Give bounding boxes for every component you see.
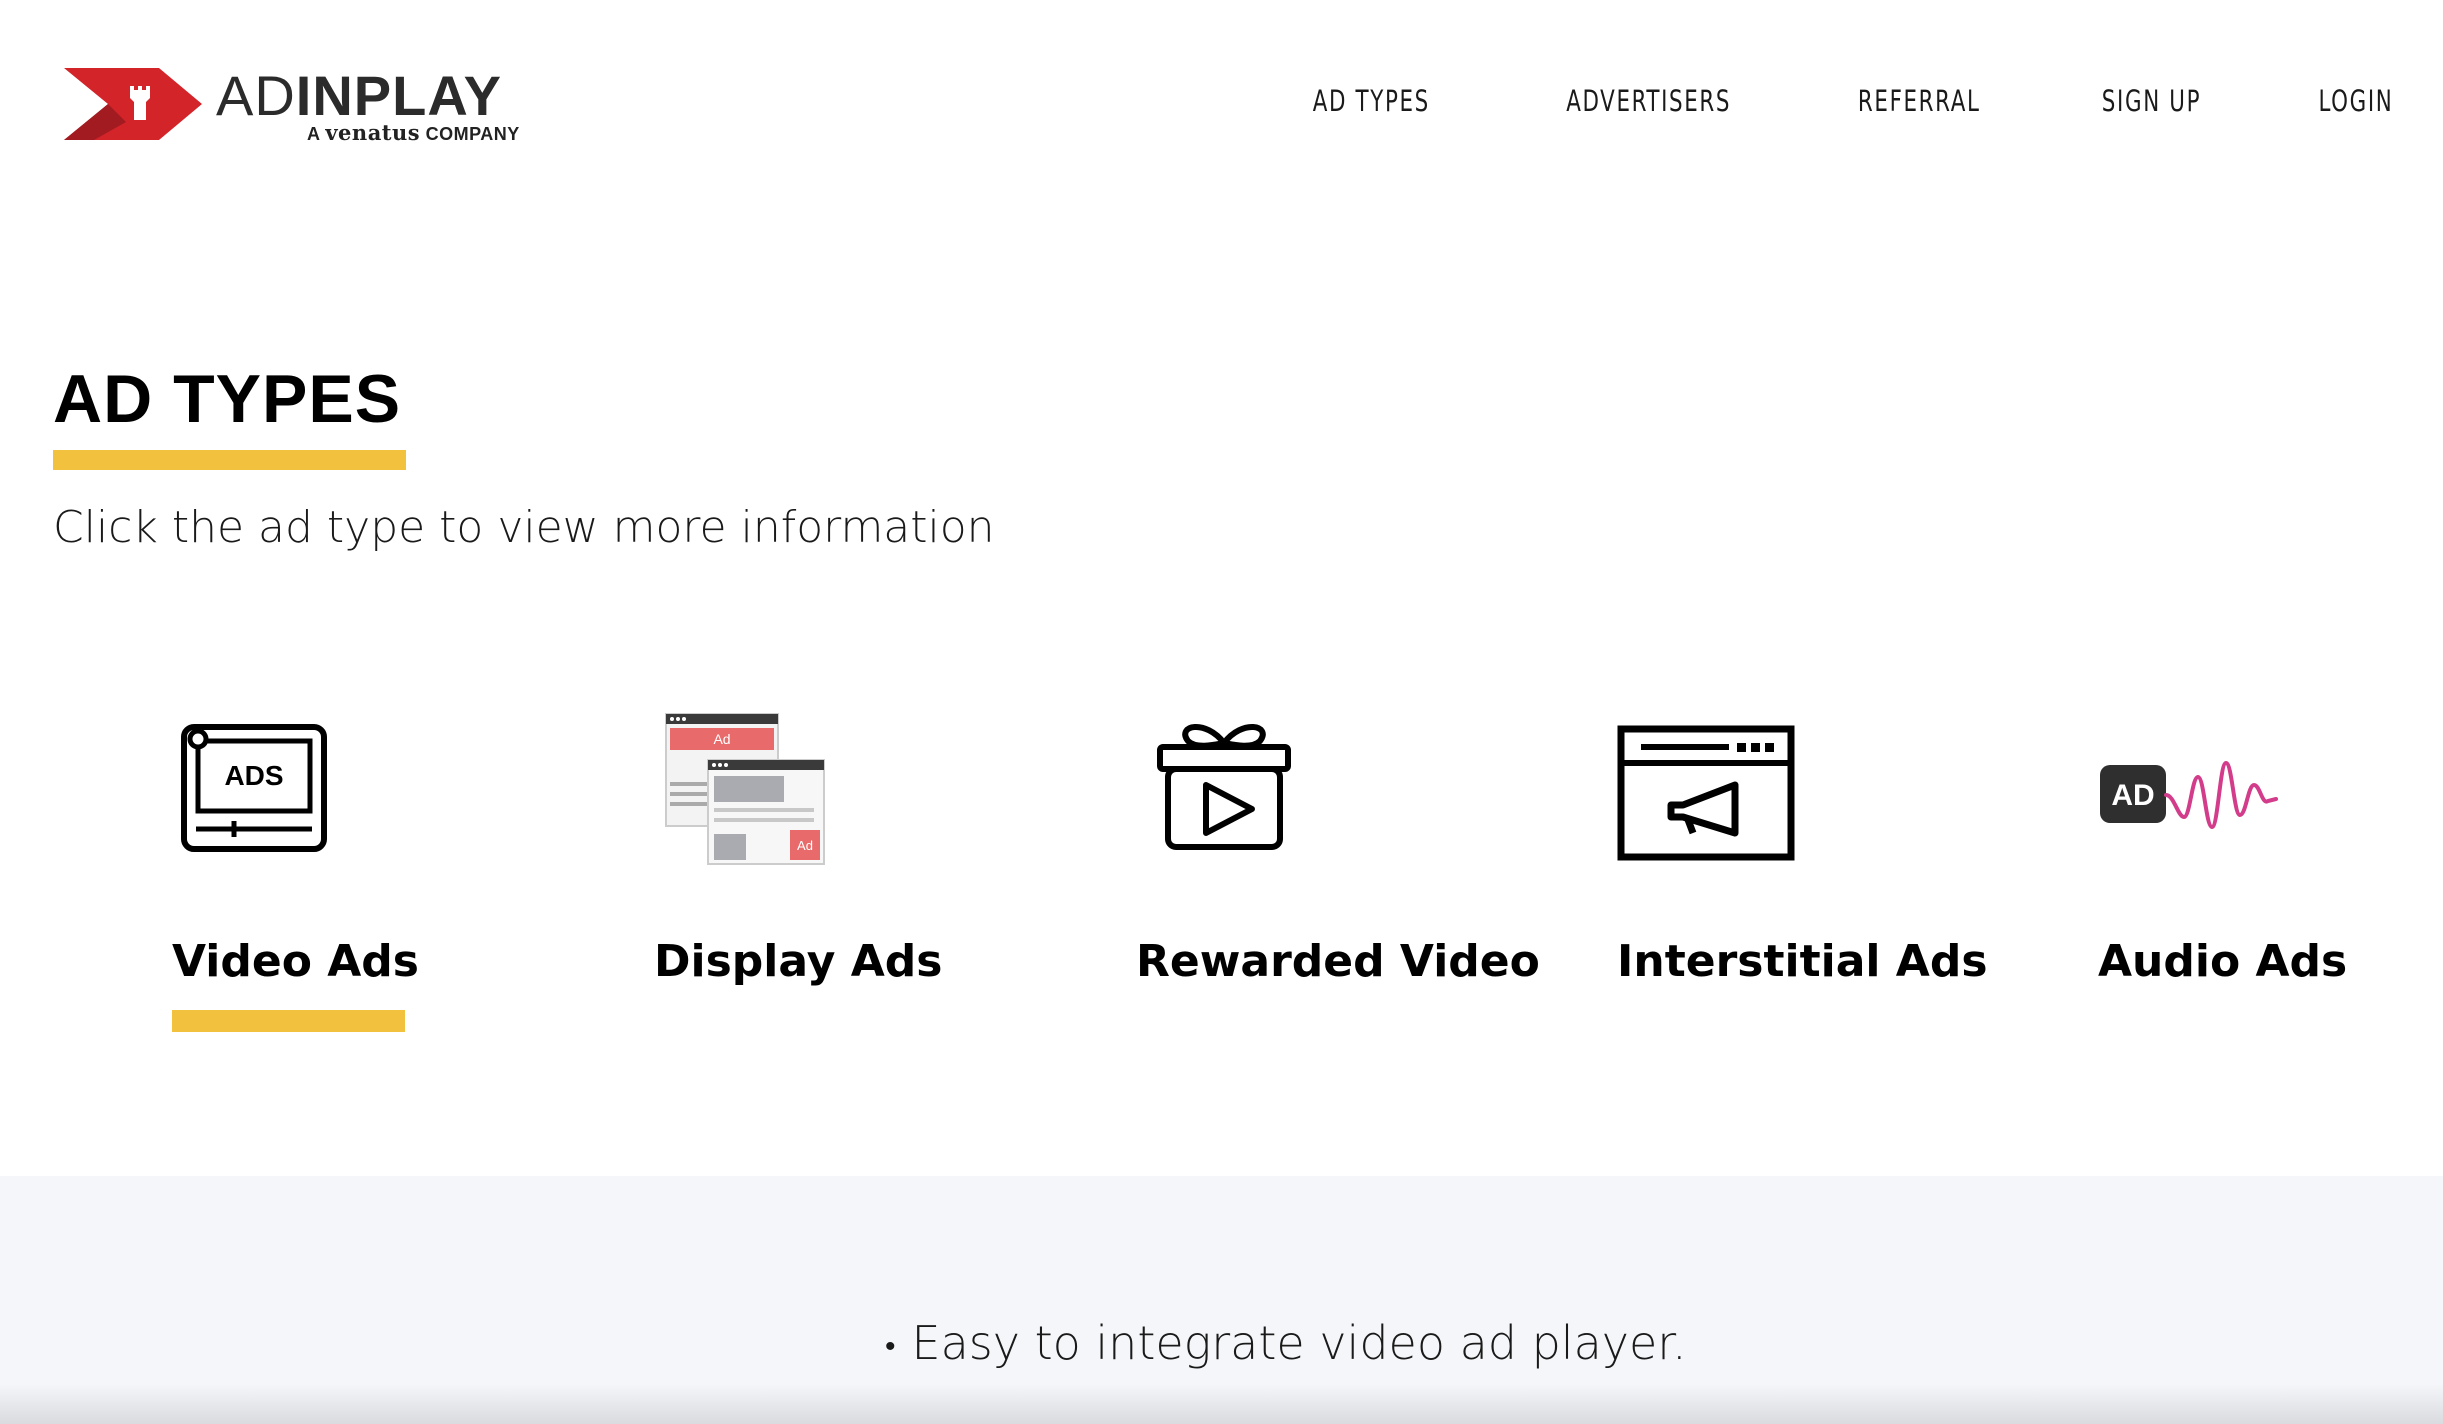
- audio-ads-wave-icon: AD: [2100, 760, 2278, 830]
- ad-type-label: Interstitial Ads: [1617, 936, 1988, 987]
- ad-type-interstitial-ads[interactable]: Interstitial Ads: [1617, 700, 2017, 1040]
- logo-tagline-suffix: COMPANY: [425, 124, 520, 144]
- nav-referral[interactable]: REFERRAL: [1858, 84, 1981, 118]
- nav-login[interactable]: LOGIN: [2318, 84, 2393, 118]
- logo-wordmark: ADINPLAY: [216, 64, 502, 128]
- logo-tagline: A venatus COMPANY: [307, 120, 520, 145]
- detail-bullet-text: Easy to integrate video ad player.: [911, 1316, 1687, 1370]
- svg-text:AD: AD: [2111, 779, 2154, 812]
- ad-type-label: Video Ads: [172, 936, 419, 987]
- selected-indicator: [172, 1010, 405, 1032]
- main-nav: AD TYPES ADVERTISERS REFERRAL SIGN UP LO…: [1187, 84, 2393, 118]
- video-ads-icon: ADS: [181, 724, 327, 852]
- interstitial-megaphone-icon: [1617, 725, 1795, 861]
- logo-tagline-brand: venatus: [325, 120, 421, 145]
- nav-ad-types[interactable]: AD TYPES: [1313, 84, 1430, 118]
- logo-inplay-text: INPLAY: [295, 64, 503, 127]
- site-header: ADINPLAY A venatus COMPANY AD TYPES ADVE…: [0, 0, 2443, 190]
- display-ads-icon: Ad Ad: [665, 713, 825, 865]
- title-underline: [53, 450, 406, 470]
- nav-advertisers[interactable]: ADVERTISERS: [1566, 84, 1731, 118]
- nav-sign-up[interactable]: SIGN UP: [2102, 84, 2201, 118]
- ad-type-details: • Easy to integrate video ad player.: [0, 1176, 2443, 1424]
- ad-type-label: Display Ads: [654, 936, 943, 987]
- svg-text:Ad: Ad: [797, 838, 813, 853]
- svg-text:Ad: Ad: [713, 731, 730, 747]
- ad-type-rewarded-video[interactable]: Rewarded Video: [1136, 700, 1540, 1040]
- page-title: AD TYPES: [53, 361, 402, 437]
- ad-type-label: Audio Ads: [2098, 936, 2348, 987]
- logo-ad-text: AD: [216, 64, 296, 127]
- page-subtitle: Click the ad type to view more informati…: [53, 502, 995, 553]
- ad-type-audio-ads[interactable]: AD Audio Ads: [2098, 700, 2398, 1040]
- bullet-dot-icon: •: [885, 1329, 896, 1364]
- detail-bullet: • Easy to integrate video ad player.: [885, 1316, 1687, 1370]
- adinplay-logo[interactable]: ADINPLAY A venatus COMPANY: [64, 64, 524, 154]
- bottom-shade: [0, 1384, 2443, 1424]
- logo-tagline-prefix: A: [307, 124, 320, 144]
- ad-type-display-ads[interactable]: Ad Ad Display Ads: [654, 700, 954, 1040]
- rewarded-video-gift-icon: [1157, 724, 1291, 850]
- svg-text:ADS: ADS: [224, 760, 283, 791]
- ad-type-label: Rewarded Video: [1136, 936, 1540, 987]
- ad-type-video-ads[interactable]: ADS Video Ads: [172, 700, 472, 1040]
- castle-tower-arrow-icon: [64, 68, 202, 140]
